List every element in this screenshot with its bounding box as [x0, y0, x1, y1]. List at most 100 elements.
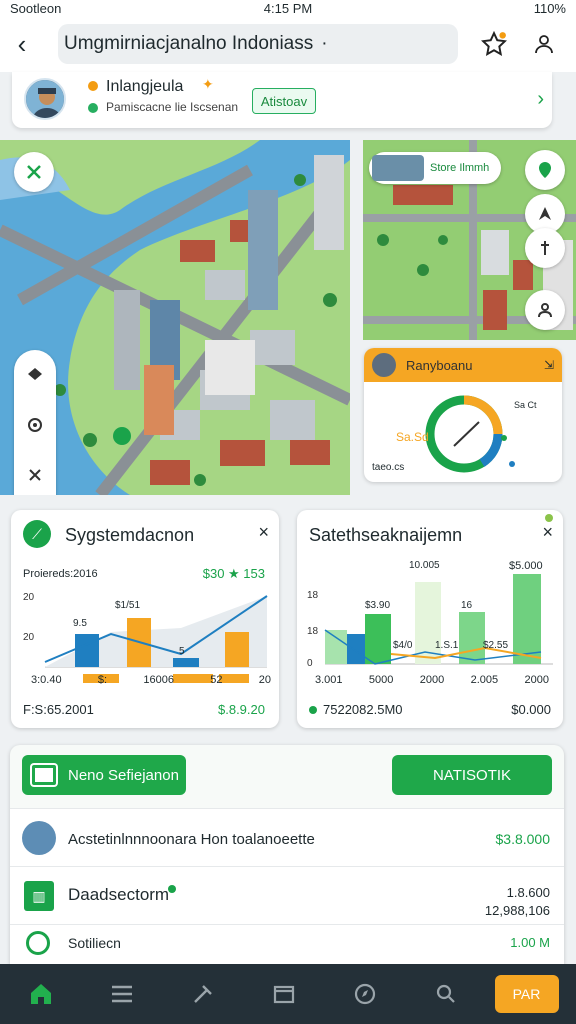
profile-badge[interactable]: Atistoav: [252, 88, 316, 114]
list-item-label: Daadsectorm: [68, 885, 170, 904]
card2-bar-label-2: $4/0: [393, 640, 413, 651]
card2-bar-label-1: $3.90: [365, 600, 391, 611]
donut-card-title: Ranyboanu: [406, 357, 473, 373]
search-text: Umgmirniacjanalno Indoniass: [64, 33, 314, 54]
close-icon[interactable]: [14, 450, 56, 495]
status-dot-icon: [168, 885, 176, 893]
tools-icon[interactable]: [162, 964, 243, 1024]
status-bar: Sootleon 4:15 PM 110%: [0, 0, 576, 16]
card1-x-axis: 3:0.40 $: 16006 52 20: [31, 674, 271, 686]
card2-bar-label-4: 1.S.1: [435, 640, 459, 651]
list-item-label: Sotiliecn: [68, 935, 121, 951]
card2-chart: 18 18 0: [307, 574, 553, 669]
locate-icon[interactable]: [14, 400, 56, 450]
card2-xtick: 2000: [419, 674, 445, 686]
card2-bar: [513, 574, 541, 664]
card2-xtick: 3.001: [315, 674, 343, 686]
chart-card-2[interactable]: Satethseaknaijemn × 10.005 $5.000 18 18 …: [297, 510, 563, 728]
card2-bar: [347, 634, 365, 664]
card1-bar: [75, 634, 99, 667]
card2-bar: [459, 612, 485, 664]
clock: 4:15 PM: [263, 0, 313, 16]
list-item-value: $3.8.000: [495, 831, 551, 847]
list-item[interactable]: Sotiliecn 1.00 M: [10, 924, 564, 964]
expand-icon[interactable]: ⇲: [544, 358, 554, 372]
card1-footer-left: F:S:65.2001: [23, 702, 94, 717]
card1-ytick-2: 20: [23, 632, 35, 643]
card1-bar-label-3: 5: [179, 646, 185, 657]
card2-footer-left: 7522082.5M0: [323, 702, 403, 717]
svg-text:0: 0: [307, 658, 313, 669]
list-item-label: Acstetinlnnnoonara Hon toalanoeette: [68, 831, 315, 848]
person-icon[interactable]: [525, 290, 565, 330]
card1-footer-right: $.8.9.20: [218, 702, 265, 717]
list-item-value: 1.00 M: [510, 935, 550, 950]
store-thumbnail: [372, 155, 424, 181]
app-header: ‹ Umgmirniacjanalno Indoniass ·: [0, 16, 576, 72]
chevron-right-icon[interactable]: ›: [537, 88, 544, 111]
list-item-value-secondary: 12,988,106: [484, 903, 550, 918]
close-icon[interactable]: ×: [542, 522, 553, 543]
screen-icon: [32, 765, 56, 785]
bottom-nav: PAR: [0, 964, 576, 1024]
refresh-icon: [26, 931, 50, 955]
pin-icon[interactable]: [525, 150, 565, 190]
donut-card[interactable]: Ranyboanu ⇲ Sa.Sd Sa Ct taeo.cs: [364, 348, 562, 482]
card1-xtick: $:: [97, 674, 108, 686]
card1-bar: [225, 632, 249, 667]
profile-card[interactable]: Inlangjeula ✦ Pamiscacne lie Iscsenan At…: [12, 72, 552, 128]
online-dot-icon: [88, 103, 98, 113]
card1-bar: [173, 658, 199, 667]
card1-caption: Proiereds:2016: [23, 568, 98, 580]
card1-xtick: 3:0.40: [31, 674, 62, 686]
donut-label-2: Sa Ct: [514, 400, 537, 410]
card2-title: Satethseaknaijemn: [309, 525, 463, 545]
new-selection-button[interactable]: Neno Sefiejanon: [22, 755, 186, 795]
search-field[interactable]: Umgmirniacjanalno Indoniass ·: [58, 24, 458, 64]
store-label-chip[interactable]: Store Ilmmh: [369, 152, 501, 184]
window-icon[interactable]: [243, 964, 324, 1024]
list-item[interactable]: ▥ Daadsectorm 1.8.600 12,988,106: [10, 866, 564, 924]
statistic-button[interactable]: NATISOTIK: [392, 755, 552, 795]
list-item[interactable]: Acstetinlnnnoonara Hon toalanoeette $3.8…: [10, 808, 564, 866]
area-map[interactable]: Store Ilmmh: [363, 140, 576, 340]
profile-name: Inlangjeula: [106, 78, 184, 95]
compass-icon[interactable]: [525, 228, 565, 268]
back-icon[interactable]: ‹: [0, 16, 44, 72]
close-icon[interactable]: ×: [258, 522, 269, 543]
card2-x-axis: 3.001 5000 2000 2.005 2000: [315, 674, 549, 686]
card2-bar-label-3: 16: [461, 600, 473, 611]
card2-bar-label-5: $2.55: [483, 640, 509, 651]
card2-bar: [415, 582, 441, 664]
search-suffix: ·: [321, 33, 328, 54]
city-map[interactable]: [0, 140, 350, 495]
home-icon[interactable]: [0, 964, 81, 1024]
card1-bar-label-2: $1/51: [115, 600, 141, 611]
crosshair-icon[interactable]: [14, 152, 54, 192]
card2-bar: [325, 630, 347, 664]
chart-card-1[interactable]: ⟋ Sygstemdacnon × Proiereds:2016 $30 ★ 1…: [11, 510, 279, 728]
layers-icon[interactable]: [14, 350, 56, 400]
donut-label-1: Sa.Sd: [396, 430, 429, 444]
avatar-small: [372, 353, 396, 377]
card1-xtick: 52: [210, 674, 223, 686]
card1-highlight: $30 ★ 153: [202, 566, 265, 581]
avatar: [24, 78, 66, 120]
action-button[interactable]: PAR: [486, 964, 567, 1024]
chart-icon: ⟋: [23, 520, 51, 548]
svg-text:18: 18: [307, 626, 319, 637]
profile-subtitle: Pamiscacne lie Iscsenan: [106, 100, 239, 114]
donut-card-header: Ranyboanu ⇲: [364, 348, 562, 382]
search-icon[interactable]: [405, 964, 486, 1024]
user-icon[interactable]: [530, 30, 558, 58]
card2-xtick: 5000: [368, 674, 394, 686]
bar-chart-icon: ▥: [24, 881, 54, 911]
card1-xtick: 16006: [143, 674, 174, 686]
card2-bar: [365, 614, 391, 664]
card1-ytick-1: 20: [23, 592, 35, 603]
card2-xtick: 2.005: [470, 674, 499, 686]
menu-icon[interactable]: [81, 964, 162, 1024]
star-icon[interactable]: [480, 30, 508, 58]
compass-icon[interactable]: [324, 964, 405, 1024]
legend-dot-icon: [309, 706, 317, 714]
